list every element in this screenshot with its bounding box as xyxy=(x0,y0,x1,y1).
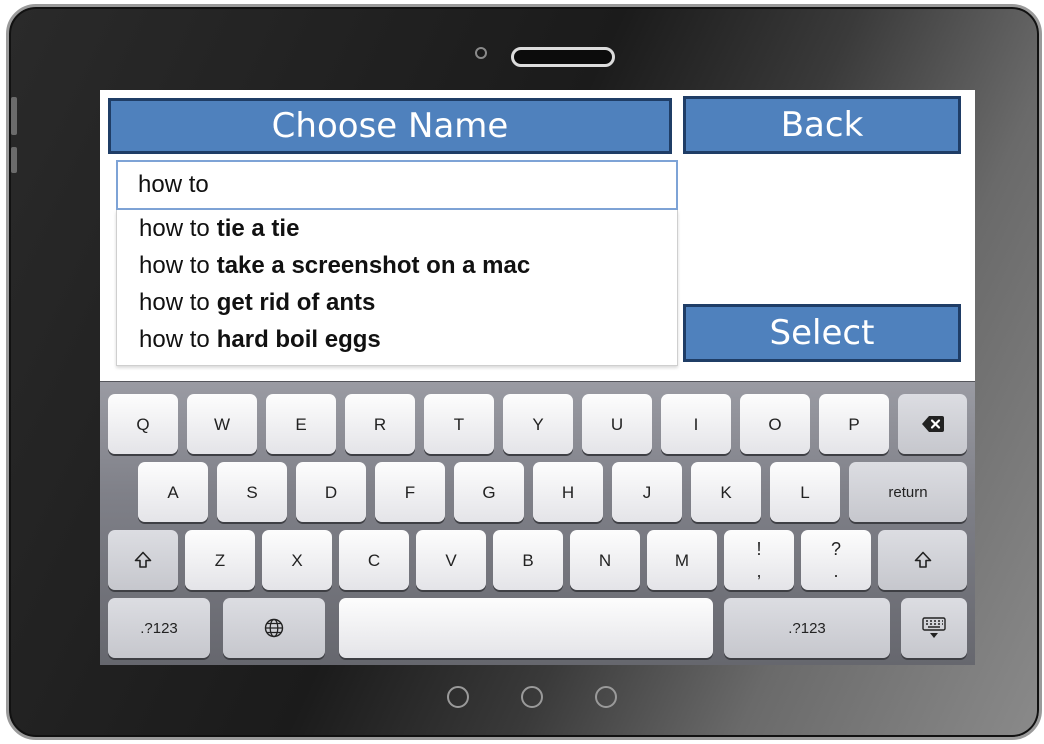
backspace-key[interactable] xyxy=(898,394,967,454)
suggestion-item[interactable]: how to get rid of ants xyxy=(117,284,677,321)
globe-key[interactable] xyxy=(223,598,325,658)
suggestion-completion: get rid of ants xyxy=(216,288,376,316)
key-d[interactable]: D xyxy=(296,462,366,522)
key-m[interactable]: M xyxy=(647,530,717,590)
hardware-home-button[interactable] xyxy=(521,686,543,708)
speaker-icon xyxy=(511,47,615,67)
shift-right-key[interactable] xyxy=(878,530,967,590)
key-b[interactable]: B xyxy=(493,530,563,590)
page-title: Choose Name xyxy=(108,98,672,154)
suggestion-item[interactable]: how to take a screenshot on a mac xyxy=(117,247,677,284)
hardware-buttons xyxy=(0,686,1044,710)
suggestion-prefix: how to xyxy=(139,325,210,353)
suggestion-completion: take a screenshot on a mac xyxy=(216,251,531,279)
key-w[interactable]: W xyxy=(187,394,257,454)
select-button[interactable]: Select xyxy=(683,304,961,362)
shift-icon xyxy=(914,551,931,568)
search-input[interactable]: how to xyxy=(116,160,678,210)
key-v[interactable]: V xyxy=(416,530,486,590)
key-k[interactable]: K xyxy=(691,462,761,522)
key-bottom-glyph: . xyxy=(833,561,839,581)
key-y[interactable]: Y xyxy=(503,394,573,454)
key-bottom-glyph: , xyxy=(756,561,762,581)
return-key[interactable]: return xyxy=(849,462,967,522)
keyboard-dismiss-icon xyxy=(922,617,946,638)
key-top-glyph: ? xyxy=(830,539,841,559)
suggestion-completion: hard boil eggs xyxy=(216,325,381,353)
power-button[interactable] xyxy=(11,147,17,173)
key-h[interactable]: H xyxy=(533,462,603,522)
hardware-menu-button[interactable] xyxy=(595,686,617,708)
suggestion-item[interactable]: how to tie a tie xyxy=(117,210,677,247)
key-j[interactable]: J xyxy=(612,462,682,522)
key-o[interactable]: O xyxy=(740,394,810,454)
key-q[interactable]: Q xyxy=(108,394,178,454)
key-top-glyph: ! xyxy=(756,539,762,559)
key-g[interactable]: G xyxy=(454,462,524,522)
key-u[interactable]: U xyxy=(582,394,652,454)
shift-icon xyxy=(134,551,152,568)
key-x[interactable]: X xyxy=(262,530,332,590)
suggestion-prefix: how to xyxy=(139,251,210,279)
volume-button[interactable] xyxy=(11,97,17,135)
key-f[interactable]: F xyxy=(375,462,445,522)
suggestion-prefix: how to xyxy=(139,214,210,242)
key-l[interactable]: L xyxy=(770,462,840,522)
suggestion-list: how to tie a tie how to take a screenshot … xyxy=(116,210,678,366)
space-key[interactable] xyxy=(339,598,713,658)
hardware-back-button[interactable] xyxy=(447,686,469,708)
onscreen-keyboard: Q W E R T Y U I O P A S D F G H J K L re… xyxy=(100,381,975,665)
back-button[interactable]: Back xyxy=(683,96,961,154)
key-s[interactable]: S xyxy=(217,462,287,522)
key-e[interactable]: E xyxy=(266,394,336,454)
screen: Choose Name Back how to how to tie a tie … xyxy=(100,90,975,665)
key-exclamation-comma[interactable]: ! , xyxy=(724,530,794,590)
numbers-key-left[interactable]: .?123 xyxy=(108,598,210,658)
key-p[interactable]: P xyxy=(819,394,889,454)
key-question-period[interactable]: ? . xyxy=(801,530,871,590)
key-r[interactable]: R xyxy=(345,394,415,454)
key-n[interactable]: N xyxy=(570,530,640,590)
camera-icon xyxy=(475,47,487,59)
key-a[interactable]: A xyxy=(138,462,208,522)
backspace-icon xyxy=(921,416,944,432)
key-i[interactable]: I xyxy=(661,394,731,454)
shift-left-key[interactable] xyxy=(108,530,178,590)
numbers-key-right[interactable]: .?123 xyxy=(724,598,890,658)
suggestion-completion: tie a tie xyxy=(216,214,300,242)
suggestion-prefix: how to xyxy=(139,288,210,316)
suggestion-item[interactable]: how to hard boil eggs xyxy=(117,321,677,358)
key-c[interactable]: C xyxy=(339,530,409,590)
key-z[interactable]: Z xyxy=(185,530,255,590)
key-t[interactable]: T xyxy=(424,394,494,454)
globe-icon xyxy=(264,618,284,638)
hide-keyboard-key[interactable] xyxy=(901,598,967,658)
